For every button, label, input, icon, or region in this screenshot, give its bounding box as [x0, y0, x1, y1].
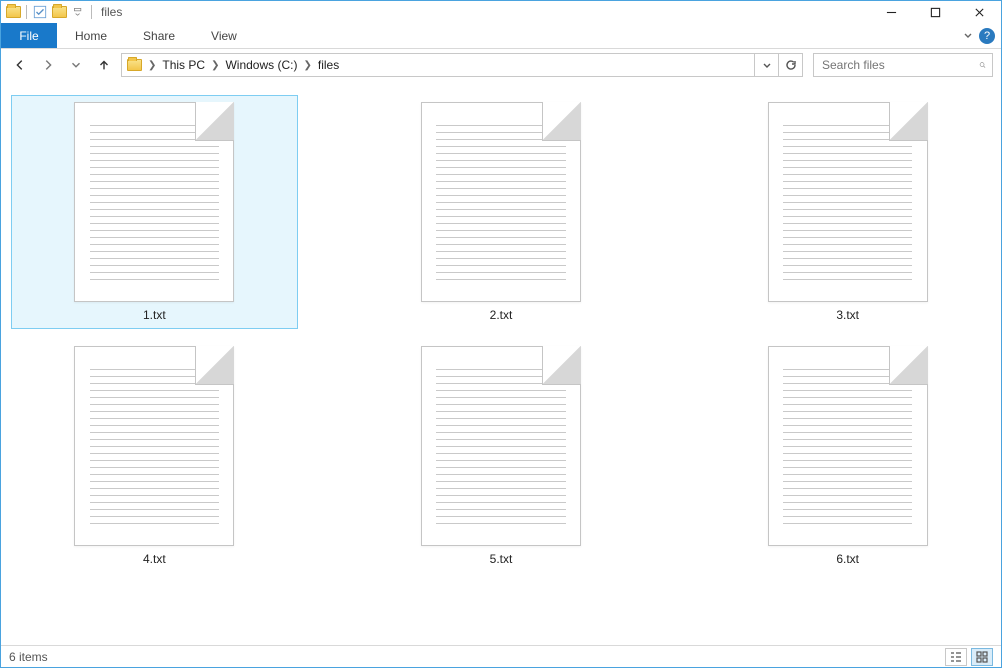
ribbon-tab-home[interactable]: Home — [57, 23, 125, 48]
breadcrumb[interactable]: This PC — [158, 58, 209, 72]
recent-locations-button[interactable] — [65, 54, 87, 76]
file-item[interactable]: 4.txt — [11, 339, 298, 573]
file-item[interactable]: 6.txt — [704, 339, 991, 573]
address-history-button[interactable] — [754, 54, 778, 76]
search-box[interactable] — [813, 53, 993, 77]
breadcrumb[interactable]: files — [314, 58, 343, 72]
divider — [91, 5, 92, 19]
chevron-right-icon[interactable]: ❯ — [301, 60, 313, 71]
text-file-icon — [74, 102, 234, 302]
folder-icon — [51, 4, 67, 20]
text-file-icon — [421, 102, 581, 302]
file-item[interactable]: 3.txt — [704, 95, 991, 329]
ribbon-file-tab[interactable]: File — [1, 23, 57, 48]
folder-icon — [5, 4, 21, 20]
back-button[interactable] — [9, 54, 31, 76]
ribbon-file-label: File — [19, 29, 38, 43]
help-icon[interactable]: ? — [979, 28, 995, 44]
navigation-bar: ❯ This PC ❯ Windows (C:) ❯ files — [1, 49, 1001, 81]
titlebar: files — [1, 1, 1001, 23]
chevron-right-icon[interactable]: ❯ — [209, 60, 221, 71]
text-file-icon — [768, 102, 928, 302]
address-bar[interactable]: ❯ This PC ❯ Windows (C:) ❯ files — [121, 53, 803, 77]
file-label: 3.txt — [836, 308, 859, 322]
file-item[interactable]: 2.txt — [358, 95, 645, 329]
quick-access-dropdown-icon[interactable] — [70, 4, 86, 20]
ribbon-tab-view[interactable]: View — [193, 23, 255, 48]
file-item[interactable]: 5.txt — [358, 339, 645, 573]
search-input[interactable] — [820, 57, 979, 73]
up-button[interactable] — [93, 54, 115, 76]
text-file-icon — [74, 346, 234, 546]
folder-icon — [126, 57, 142, 73]
file-item[interactable]: 1.txt — [11, 95, 298, 329]
file-label: 2.txt — [490, 308, 513, 322]
minimize-button[interactable] — [869, 1, 913, 23]
ribbon-expand-icon[interactable] — [963, 29, 973, 43]
close-button[interactable] — [957, 1, 1001, 23]
file-grid: 1.txt 2.txt 3.txt 4.txt 5.txt 6.txt — [11, 95, 991, 573]
file-view[interactable]: 1.txt 2.txt 3.txt 4.txt 5.txt 6.txt — [1, 85, 1001, 645]
window-title: files — [101, 5, 122, 19]
refresh-button[interactable] — [778, 54, 802, 76]
forward-button[interactable] — [37, 54, 59, 76]
view-large-icons-button[interactable] — [971, 648, 993, 666]
text-file-icon — [768, 346, 928, 546]
file-label: 6.txt — [836, 552, 859, 566]
status-bar: 6 items — [1, 645, 1001, 667]
view-details-button[interactable] — [945, 648, 967, 666]
ribbon: File Home Share View ? — [1, 23, 1001, 49]
file-label: 5.txt — [490, 552, 513, 566]
breadcrumb[interactable]: Windows (C:) — [221, 58, 301, 72]
search-icon — [979, 58, 986, 72]
status-text: 6 items — [9, 650, 48, 664]
text-file-icon — [421, 346, 581, 546]
divider — [26, 5, 27, 19]
ribbon-tab-share[interactable]: Share — [125, 23, 193, 48]
properties-quick-icon[interactable] — [32, 4, 48, 20]
chevron-right-icon[interactable]: ❯ — [146, 60, 158, 71]
file-label: 1.txt — [143, 308, 166, 322]
file-label: 4.txt — [143, 552, 166, 566]
maximize-button[interactable] — [913, 1, 957, 23]
